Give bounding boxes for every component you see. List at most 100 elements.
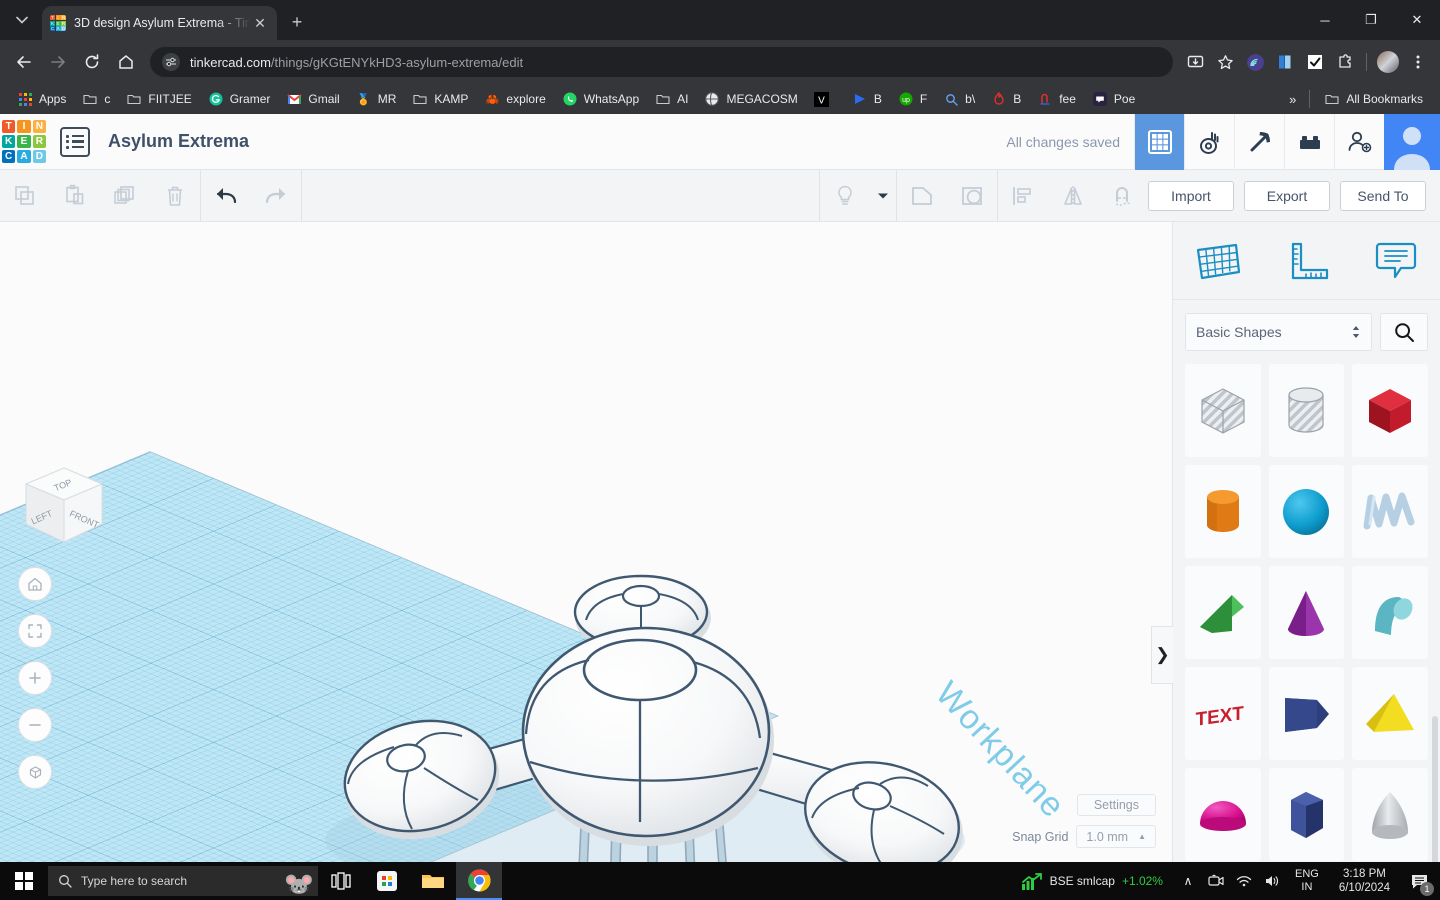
shape-wedge-green[interactable] bbox=[1185, 566, 1261, 659]
extensions-puzzle-icon[interactable] bbox=[1331, 48, 1359, 76]
webcam-icon[interactable] bbox=[1205, 862, 1227, 900]
undo-icon[interactable] bbox=[201, 170, 251, 222]
settings-button[interactable]: Settings bbox=[1076, 794, 1156, 816]
shape-pyramid-yellow[interactable] bbox=[1352, 667, 1428, 760]
shape-hexprism-navy[interactable] bbox=[1268, 768, 1345, 861]
task-view-icon[interactable] bbox=[318, 862, 364, 900]
note-tool-button[interactable] bbox=[1351, 222, 1440, 300]
bookmark-gramer[interactable]: Gramer bbox=[201, 88, 278, 110]
home-button[interactable] bbox=[110, 46, 142, 78]
site-settings-icon[interactable] bbox=[162, 53, 180, 71]
duplicate-icon[interactable] bbox=[100, 170, 150, 222]
bookmark-b-play[interactable]: B bbox=[845, 88, 889, 110]
forward-button[interactable] bbox=[42, 46, 74, 78]
shape-scribble[interactable] bbox=[1352, 465, 1428, 558]
bookmark-gmail[interactable]: Gmail bbox=[279, 88, 346, 110]
bookmark-explore[interactable]: 🦀 explore bbox=[477, 88, 552, 110]
install-app-icon[interactable] bbox=[1181, 48, 1209, 76]
shape-cylinder-hole[interactable] bbox=[1268, 364, 1345, 457]
home-view-button[interactable] bbox=[18, 567, 52, 601]
delete-icon[interactable] bbox=[150, 170, 200, 222]
send-to-button[interactable]: Send To bbox=[1339, 180, 1426, 211]
align-icon[interactable] bbox=[998, 170, 1048, 222]
chrome-menu-icon[interactable] bbox=[1404, 48, 1432, 76]
ruler-tool-button[interactable] bbox=[1262, 222, 1351, 300]
clock[interactable]: 3:18 PM 6/10/2024 bbox=[1331, 867, 1398, 895]
shape-category-select[interactable]: Basic Shapes bbox=[1185, 313, 1372, 351]
microsoft-store-icon[interactable] bbox=[364, 862, 410, 900]
shape-halfsphere-magenta[interactable] bbox=[1185, 768, 1261, 861]
group-icon[interactable] bbox=[897, 170, 947, 222]
shape-cone-purple[interactable] bbox=[1268, 566, 1345, 659]
tinkerplay-hand-icon[interactable] bbox=[1184, 113, 1234, 170]
mirror-icon[interactable] bbox=[1048, 170, 1098, 222]
close-tab-icon[interactable]: ✕ bbox=[251, 14, 269, 32]
bookmark-b-flame[interactable]: B bbox=[984, 88, 1028, 110]
extension-check-icon[interactable] bbox=[1301, 48, 1329, 76]
shape-sphere-blue[interactable] bbox=[1268, 465, 1345, 558]
copy-icon[interactable] bbox=[0, 170, 50, 222]
file-explorer-icon[interactable] bbox=[410, 862, 456, 900]
zoom-in-button[interactable] bbox=[18, 661, 52, 695]
lightbulb-icon[interactable] bbox=[820, 170, 870, 222]
shapes-scrollbar[interactable] bbox=[1432, 716, 1438, 862]
chrome-icon[interactable] bbox=[456, 862, 502, 900]
bookmark-apps[interactable]: Apps bbox=[10, 88, 73, 110]
project-list-icon[interactable] bbox=[60, 126, 90, 157]
bookmark-f[interactable]: up F bbox=[891, 88, 934, 110]
redo-icon[interactable] bbox=[251, 170, 301, 222]
perspective-toggle-button[interactable] bbox=[18, 755, 52, 789]
stock-widget[interactable]: BSE smlcap +1.02% bbox=[1013, 871, 1171, 891]
bookmark-star-icon[interactable] bbox=[1211, 48, 1239, 76]
address-bar[interactable]: tinkercad.com/things/gKGtENYkHD3-asylum-… bbox=[150, 47, 1173, 77]
minimize-button[interactable]: ─ bbox=[1302, 0, 1348, 40]
shape-text-red[interactable]: TEXT bbox=[1185, 667, 1261, 760]
bookmark-whatsapp[interactable]: WhatsApp bbox=[555, 88, 646, 110]
bookmark-v[interactable]: V bbox=[807, 88, 843, 110]
3d-canvas[interactable]: Workplane TOP LEFT FRONT Settings Snap G… bbox=[0, 222, 1172, 862]
collapse-panel-button[interactable]: ❯ bbox=[1151, 626, 1173, 684]
user-avatar[interactable] bbox=[1384, 113, 1440, 170]
grid-view-icon[interactable] bbox=[1134, 113, 1184, 170]
taskbar-search-input[interactable]: Type here to search 🐭 bbox=[48, 866, 318, 896]
bookmark-megacosm[interactable]: MEGACOSM bbox=[697, 88, 804, 110]
view-cube[interactable]: TOP LEFT FRONT bbox=[18, 462, 110, 554]
bookmark-ai[interactable]: AI bbox=[648, 88, 695, 110]
lego-bricks-icon[interactable] bbox=[1284, 113, 1334, 170]
shape-search-button[interactable] bbox=[1380, 313, 1428, 351]
close-window-button[interactable]: ✕ bbox=[1394, 0, 1440, 40]
shape-polygon-navy[interactable] bbox=[1268, 667, 1345, 760]
shape-box-red[interactable] bbox=[1352, 364, 1428, 457]
maximize-button[interactable]: ❐ bbox=[1348, 0, 1394, 40]
shape-cylinder-orange[interactable] bbox=[1185, 465, 1261, 558]
bookmark-c[interactable]: c bbox=[75, 88, 117, 110]
language-indicator[interactable]: ENG IN bbox=[1289, 868, 1325, 894]
add-person-icon[interactable] bbox=[1334, 113, 1384, 170]
bookmark-mr[interactable]: 🏅 MR bbox=[349, 88, 404, 110]
tinkercad-logo-icon[interactable]: T I N K E R C A D bbox=[2, 119, 46, 164]
import-button[interactable]: Import bbox=[1147, 180, 1234, 211]
browser-tab[interactable]: TIN KER CAD 3D design Asylum Extrema - T… bbox=[42, 6, 277, 40]
show-hidden-icons-caret[interactable]: ∧ bbox=[1177, 862, 1199, 900]
minecraft-pickaxe-icon[interactable] bbox=[1234, 113, 1284, 170]
fit-to-view-button[interactable] bbox=[18, 614, 52, 648]
extension-wifi-icon[interactable] bbox=[1241, 48, 1269, 76]
magnet-icon[interactable] bbox=[1098, 170, 1148, 222]
all-bookmarks-button[interactable]: All Bookmarks bbox=[1317, 88, 1430, 110]
notifications-button[interactable]: 1 bbox=[1404, 862, 1434, 900]
bookmark-kamp[interactable]: KAMP bbox=[405, 88, 475, 110]
paste-icon[interactable] bbox=[50, 170, 100, 222]
bookmark-fiitjee[interactable]: FIITJEE bbox=[119, 88, 198, 110]
reload-button[interactable] bbox=[76, 46, 108, 78]
dropdown-caret-icon[interactable] bbox=[870, 170, 896, 222]
3d-model-object[interactable] bbox=[300, 572, 990, 862]
export-button[interactable]: Export bbox=[1243, 180, 1330, 211]
back-button[interactable] bbox=[8, 46, 40, 78]
windows-start-icon[interactable] bbox=[0, 862, 48, 900]
bookmarks-overflow-button[interactable]: » bbox=[1283, 89, 1302, 110]
workplane-tool-button[interactable] bbox=[1173, 222, 1262, 300]
shape-paraboloid-gray[interactable] bbox=[1352, 768, 1428, 861]
shape-box-hole[interactable] bbox=[1185, 364, 1261, 457]
profile-avatar[interactable] bbox=[1374, 48, 1402, 76]
new-tab-button[interactable]: + bbox=[283, 8, 311, 36]
